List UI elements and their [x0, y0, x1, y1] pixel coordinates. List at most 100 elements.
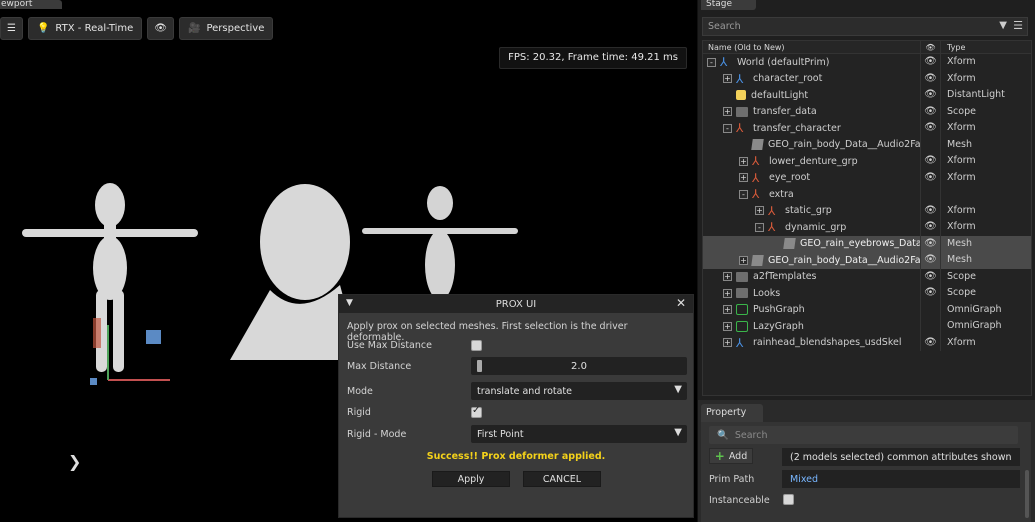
tree-header: Name (Old to New) 👁 Type	[703, 41, 1031, 54]
character-model-right[interactable]	[362, 186, 518, 300]
collapse-icon[interactable]: ▼	[346, 298, 353, 308]
filter-icon[interactable]: ▼	[999, 20, 1007, 31]
menu-icon[interactable]: ☰	[1013, 19, 1023, 32]
tree-row[interactable]: + transfer_data 👁 Scope	[703, 103, 1031, 120]
visibility-toggle-icon[interactable]: 👁	[920, 252, 940, 269]
tree-row-name-cell: + ⅄ rainhead_blendshapes_usdSkel	[703, 337, 920, 349]
visibility-toggle-icon[interactable]	[920, 318, 940, 335]
tree-row[interactable]: + Looks 👁 Scope	[703, 285, 1031, 302]
collapse-toggle-icon[interactable]: -	[755, 222, 764, 232]
collapse-toggle-icon[interactable]: -	[739, 189, 748, 199]
visibility-toggle-icon[interactable]	[920, 136, 940, 153]
cancel-button[interactable]: CANCEL	[523, 471, 601, 487]
visibility-toggle-icon[interactable]: 👁	[920, 285, 940, 302]
viewport-tab[interactable]: ewport	[0, 0, 62, 9]
visibility-toggle-icon[interactable]: 👁	[920, 169, 940, 186]
expand-toggle-icon[interactable]: +	[739, 255, 748, 265]
tree-row-name-cell: - ⅄ transfer_character	[703, 122, 920, 134]
visibility-toggle-icon[interactable]: 👁	[920, 235, 940, 252]
stage-tree[interactable]: Name (Old to New) 👁 Type - ⅄ World (defaul…	[702, 40, 1032, 396]
max-distance-value: 2.0	[571, 360, 587, 372]
tree-row[interactable]: + ⅄ eye_root 👁 Xform	[703, 169, 1031, 186]
expand-toggle-icon[interactable]: +	[723, 74, 732, 84]
use-max-distance-checkbox[interactable]	[471, 339, 482, 351]
visibility-toggle-icon[interactable]: 👁	[920, 54, 940, 71]
tree-row-label: lower_denture_grp	[769, 155, 858, 167]
tree-row[interactable]: + a2fTemplates 👁 Scope	[703, 268, 1031, 285]
expand-toggle-icon[interactable]: +	[739, 173, 748, 183]
collapse-toggle-icon[interactable]: -	[723, 123, 732, 133]
tree-row-type: DistantLight	[940, 87, 1031, 104]
property-scrollbar[interactable]	[1025, 470, 1029, 518]
tree-row-label: static_grp	[785, 205, 832, 217]
tree-row[interactable]: GEO_rain_eyebrows_Data 👁 Mesh	[703, 235, 1031, 252]
expand-toggle-icon[interactable]: +	[723, 272, 732, 282]
expand-toggle-icon[interactable]: +	[723, 305, 732, 315]
property-tab[interactable]: Property	[701, 404, 763, 422]
apply-button[interactable]: Apply	[432, 471, 510, 487]
max-distance-row: Max Distance 2.0	[347, 356, 687, 376]
instanceable-checkbox[interactable]	[783, 494, 794, 505]
visibility-toggle-icon[interactable]: 👁	[920, 103, 940, 120]
tree-row[interactable]: + LazyGraph OmniGraph	[703, 318, 1031, 335]
max-distance-slider[interactable]: 2.0	[471, 357, 687, 375]
visibility-toggle-icon[interactable]: 👁	[920, 334, 940, 351]
tree-row[interactable]: - ⅄ dynamic_grp 👁 Xform	[703, 219, 1031, 236]
property-search-input[interactable]: 🔍 Search	[709, 426, 1018, 444]
visibility-toggle-icon[interactable]: 👁	[920, 120, 940, 137]
rigid-checkbox[interactable]	[471, 405, 482, 418]
type-column-header[interactable]: Type	[940, 41, 1031, 53]
tree-row[interactable]: + ⅄ character_root 👁 Xform	[703, 70, 1031, 87]
prim-path-field[interactable]: Mixed	[782, 470, 1020, 488]
tree-row[interactable]: + PushGraph OmniGraph	[703, 301, 1031, 318]
add-button[interactable]: + Add	[709, 448, 753, 464]
visibility-toggle-icon[interactable]: 👁	[920, 87, 940, 104]
name-column-header[interactable]: Name (Old to New)	[703, 41, 920, 53]
visibility-toggle-icon[interactable]: 👁	[920, 219, 940, 236]
stage-tab[interactable]: Stage	[701, 0, 756, 10]
use-max-distance-label: Use Max Distance	[347, 339, 432, 351]
eye-icon[interactable]: 👁	[920, 41, 940, 53]
tree-row[interactable]: + ⅄ rainhead_blendshapes_usdSkel 👁 Xform	[703, 334, 1031, 351]
expand-toggle-icon[interactable]: +	[723, 288, 732, 298]
expand-toggle-icon[interactable]: +	[723, 107, 732, 117]
tree-row[interactable]: - ⅄ World (defaultPrim) 👁 Xform	[703, 54, 1031, 71]
stage-search-input[interactable]: Search ▼ ☰	[702, 17, 1028, 36]
chevron-right-icon[interactable]: ❯	[68, 452, 81, 471]
tree-row[interactable]: + ⅄ lower_denture_grp 👁 Xform	[703, 153, 1031, 170]
collapse-toggle-icon[interactable]: -	[707, 57, 716, 67]
mode-dropdown[interactable]: translate and rotate ▼	[471, 382, 687, 400]
tree-row[interactable]: defaultLight 👁 DistantLight	[703, 87, 1031, 104]
render-mode-button[interactable]: 💡 RTX - Real-Time	[27, 17, 143, 40]
camera-button[interactable]: 🎥 Perspective	[179, 17, 274, 40]
visibility-toggle-icon[interactable]: 👁	[920, 70, 940, 87]
close-icon[interactable]: ✕	[676, 296, 686, 310]
expand-toggle-icon[interactable]: +	[723, 338, 732, 348]
visibility-toggle-icon[interactable]: 👁	[920, 268, 940, 285]
tree-row[interactable]: - ⅄ transfer_character 👁 Xform	[703, 120, 1031, 137]
character-model-left[interactable]	[22, 183, 198, 372]
expand-toggle-icon[interactable]: +	[755, 206, 764, 216]
tree-row[interactable]: - ⅄ extra	[703, 186, 1031, 203]
search-icon: 🔍	[717, 429, 729, 441]
viewport-toolbar: ☰ 💡 RTX - Real-Time 👁 🎥 Perspective	[0, 17, 274, 40]
dropdown-arrow-icon: ▼	[674, 427, 682, 438]
visibility-button[interactable]: 👁	[147, 17, 174, 40]
tree-row[interactable]: + ⅄ static_grp 👁 Xform	[703, 202, 1031, 219]
slider-handle[interactable]	[477, 360, 482, 372]
expand-toggle-icon[interactable]: +	[723, 321, 732, 331]
visibility-toggle-icon[interactable]: 👁	[920, 153, 940, 170]
prox-title-bar[interactable]: ▼ PROX UI ✕	[339, 295, 693, 313]
tree-row[interactable]: + GEO_rain_body_Data__Audio2Face 👁 Mesh	[703, 252, 1031, 269]
rigid-mode-dropdown[interactable]: First Point ▼	[471, 425, 687, 443]
visibility-toggle-icon[interactable]	[920, 301, 940, 318]
tree-row[interactable]: GEO_rain_body_Data__Audio2Face Mesh	[703, 136, 1031, 153]
expand-toggle-icon[interactable]: +	[739, 156, 748, 166]
graph-icon	[736, 304, 748, 316]
rigid-mode-label: Rigid - Mode	[347, 428, 407, 440]
xform-r-icon: ⅄	[752, 155, 760, 168]
visibility-toggle-icon[interactable]	[920, 186, 940, 203]
visibility-toggle-icon[interactable]: 👁	[920, 202, 940, 219]
viewport-menu-button[interactable]: ☰	[0, 17, 23, 40]
menu-icon: ☰	[7, 23, 16, 34]
